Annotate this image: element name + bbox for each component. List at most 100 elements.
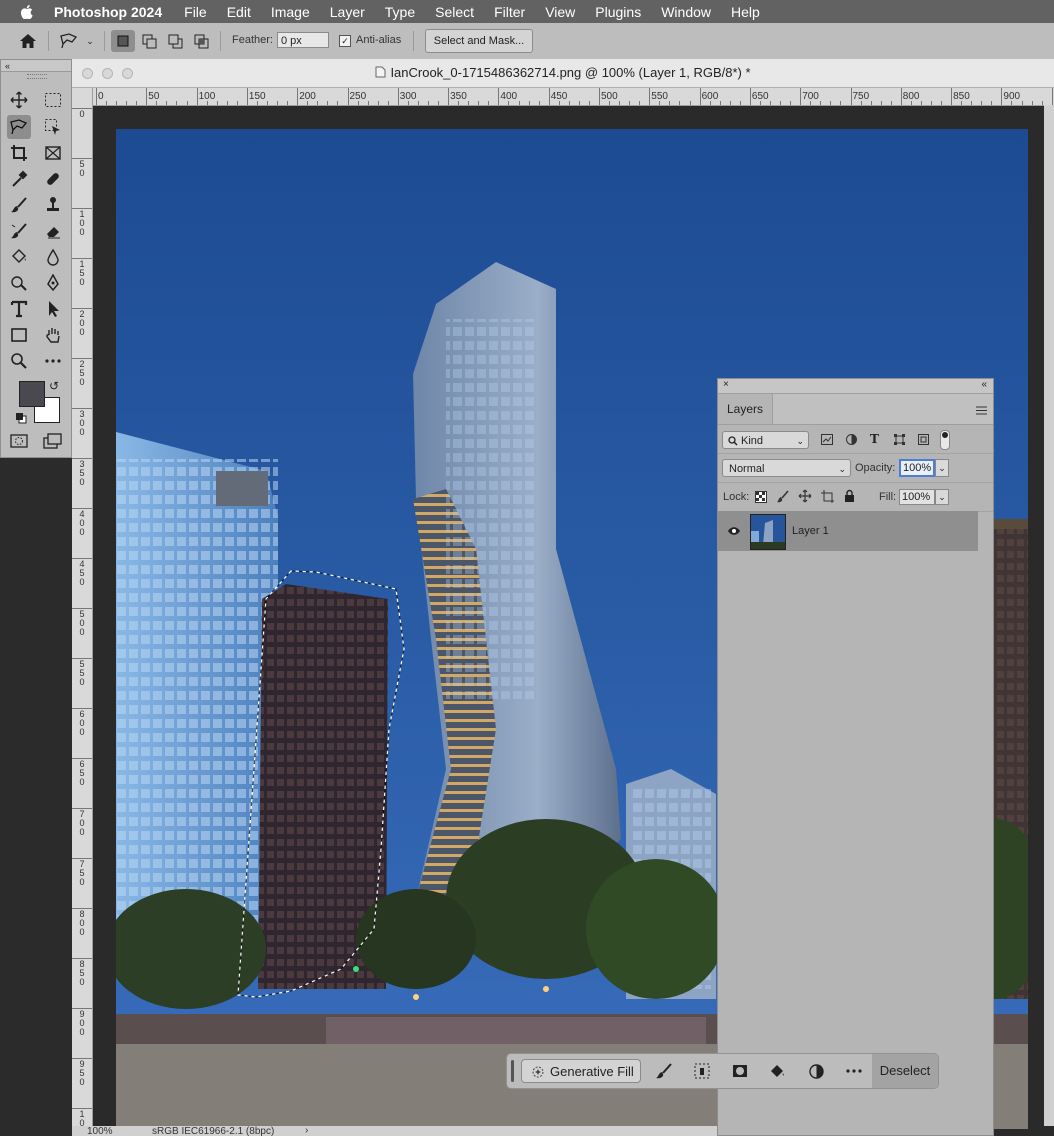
move-tool-icon[interactable] [7, 88, 31, 112]
ruler-minor-tick [538, 101, 540, 105]
tab-layers[interactable]: Layers [718, 394, 773, 424]
new-selection-icon[interactable] [111, 30, 135, 52]
deselect-button[interactable]: Deselect [872, 1054, 938, 1088]
layer-row[interactable]: Layer 1 [718, 511, 978, 551]
menu-help[interactable]: Help [731, 4, 760, 20]
lock-image-pixels-icon[interactable] [777, 490, 789, 506]
screen-mode-icon[interactable] [41, 429, 65, 453]
status-expand-icon[interactable]: › [305, 1126, 308, 1136]
app-menu[interactable]: Photoshop 2024 [54, 4, 162, 20]
panel-grip[interactable] [27, 74, 47, 79]
panel-menu-icon[interactable] [976, 404, 987, 418]
filter-shape-icon[interactable] [894, 434, 905, 448]
rectangle-tool-icon[interactable] [7, 323, 31, 347]
add-mask-icon[interactable] [730, 1062, 750, 1080]
type-tool-icon[interactable] [7, 297, 31, 321]
subtract-from-selection-icon[interactable] [164, 30, 186, 52]
history-brush-tool-icon[interactable] [7, 219, 31, 243]
frame-tool-icon[interactable] [41, 141, 65, 165]
apple-logo-icon[interactable] [20, 4, 34, 19]
chevron-down-icon[interactable]: ⌄ [84, 30, 96, 52]
lock-transparent-pixels-icon[interactable] [755, 491, 767, 506]
layer-thumbnail[interactable] [750, 514, 786, 550]
ruler-tick-label: 100 [79, 209, 85, 237]
filter-type-icon[interactable]: T [870, 432, 879, 446]
select-and-mask-button[interactable]: Select and Mask... [425, 29, 533, 53]
modify-selection-brush-icon[interactable] [654, 1062, 674, 1080]
blend-mode-select[interactable]: Normal ⌄ [722, 459, 851, 477]
swap-colors-icon[interactable]: ↺ [49, 379, 59, 393]
fill-selection-icon[interactable] [767, 1062, 787, 1080]
menu-view[interactable]: View [545, 4, 575, 20]
more-options-icon[interactable] [844, 1062, 864, 1080]
select-subject-icon[interactable] [692, 1062, 712, 1080]
generative-fill-button[interactable]: Generative Fill [521, 1059, 641, 1083]
menu-edit[interactable]: Edit [227, 4, 251, 20]
quick-mask-icon[interactable] [7, 429, 31, 453]
vertical-ruler[interactable]: 0 50 100 150 200 250 300 350 400 450 500 550 600 650 7… [72, 88, 93, 1136]
more-tools-icon[interactable] [41, 349, 65, 373]
adjustment-layer-icon[interactable] [806, 1062, 826, 1080]
opacity-dropdown-icon[interactable]: ⌄ [935, 459, 949, 477]
fill-input[interactable]: 100% [899, 489, 935, 505]
ruler-minor-tick [136, 101, 138, 105]
blur-tool-icon[interactable] [41, 245, 65, 269]
lock-all-icon[interactable] [844, 489, 855, 505]
menu-image[interactable]: Image [271, 4, 310, 20]
close-panel-icon[interactable]: × [723, 379, 729, 390]
brush-tool-icon[interactable] [7, 193, 31, 217]
anti-alias-checkbox[interactable]: ✓ [339, 35, 351, 47]
ruler-minor-tick [770, 101, 772, 105]
eyedropper-tool-icon[interactable] [7, 167, 31, 191]
pen-tool-icon[interactable] [41, 271, 65, 295]
lock-position-icon[interactable] [798, 489, 812, 506]
document-title: IanCrook_0-1715486362714.png @ 100% (Lay… [72, 65, 1054, 80]
horizontal-ruler[interactable]: 0 50 100 150 200 250 300 350 400 450 500 550 600 650 7… [92, 88, 1054, 106]
foreground-color-swatch-top[interactable] [19, 381, 45, 407]
intersect-selection-icon[interactable] [190, 30, 212, 52]
ruler-minor-tick [478, 101, 480, 105]
paint-bucket-tool-icon[interactable] [7, 245, 31, 269]
menu-layer[interactable]: Layer [330, 4, 365, 20]
path-selection-tool-icon[interactable] [41, 297, 65, 321]
zoom-tool-icon[interactable] [7, 349, 31, 373]
clone-stamp-tool-icon[interactable] [41, 193, 65, 217]
add-to-selection-icon[interactable] [138, 30, 160, 52]
menu-select[interactable]: Select [435, 4, 474, 20]
layer-name[interactable]: Layer 1 [792, 525, 829, 537]
polygonal-lasso-preset-icon[interactable] [56, 30, 82, 52]
ruler-tick-line [951, 88, 953, 105]
collapse-panel-icon[interactable]: « [981, 379, 987, 390]
layers-panel-titlebar[interactable]: × « [718, 379, 993, 394]
menu-window[interactable]: Window [661, 4, 711, 20]
fill-dropdown-icon[interactable]: ⌄ [935, 489, 949, 505]
document-tab[interactable]: IanCrook_0-1715486362714.png @ 100% (Lay… [72, 59, 1054, 88]
menu-file[interactable]: File [184, 4, 207, 20]
collapse-tools-icon[interactable]: « [1, 60, 71, 72]
feather-input[interactable]: 0 px [277, 32, 329, 48]
object-selection-tool-icon[interactable] [41, 115, 65, 139]
filter-adjustment-icon[interactable] [846, 434, 857, 448]
filter-pixel-icon[interactable] [821, 434, 833, 448]
menu-plugins[interactable]: Plugins [595, 4, 641, 20]
menu-type[interactable]: Type [385, 4, 415, 20]
menu-filter[interactable]: Filter [494, 4, 525, 20]
eraser-tool-icon[interactable] [41, 219, 65, 243]
polygonal-lasso-tool-icon[interactable] [7, 115, 31, 139]
healing-brush-tool-icon[interactable] [41, 167, 65, 191]
zoom-level[interactable]: 100% [87, 1126, 113, 1136]
hand-tool-icon[interactable] [41, 323, 65, 347]
home-icon[interactable] [14, 30, 42, 52]
filter-toggle[interactable] [940, 430, 950, 450]
drag-handle[interactable] [511, 1060, 514, 1082]
vertical-scrollbar[interactable] [1044, 105, 1054, 1126]
marquee-tool-icon[interactable] [41, 88, 65, 112]
opacity-input[interactable]: 100% [899, 459, 935, 477]
crop-tool-icon[interactable] [7, 141, 31, 165]
dodge-tool-icon[interactable] [7, 271, 31, 295]
default-colors-icon[interactable] [15, 412, 27, 427]
eye-visibility-icon[interactable] [727, 525, 741, 539]
filter-smart-object-icon[interactable] [918, 434, 929, 448]
filter-kind-select[interactable]: Kind ⌄ [722, 431, 809, 449]
lock-artboard-icon[interactable] [821, 490, 834, 506]
